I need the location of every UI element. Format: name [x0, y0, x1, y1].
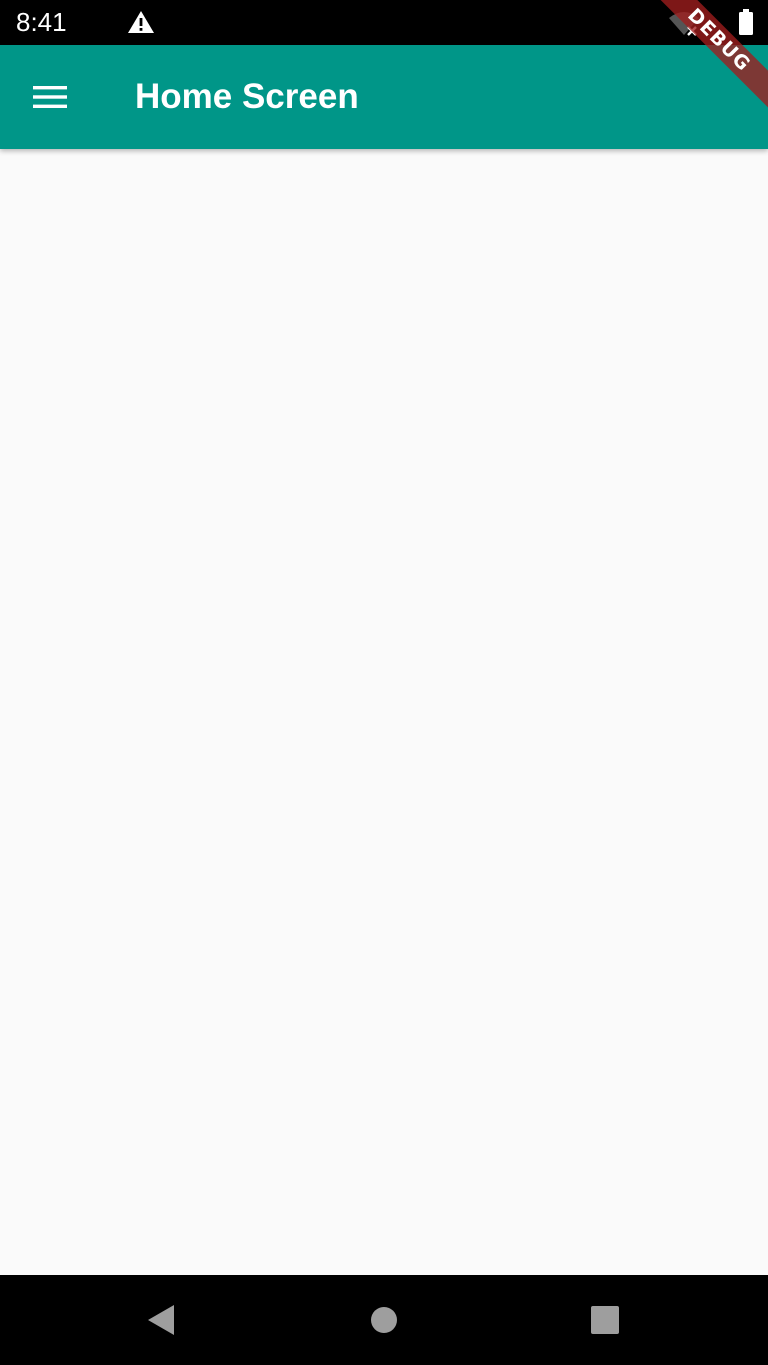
status-time: 8:41	[16, 7, 67, 37]
main-content	[0, 149, 768, 1275]
recents-icon[interactable]	[588, 1303, 622, 1337]
back-icon[interactable]	[145, 1303, 179, 1337]
page-title: Home Screen	[135, 77, 359, 116]
home-screen: 8:41 Home Screen DEBUG	[0, 0, 768, 1365]
status-bar: 8:41	[0, 0, 768, 45]
menu-button[interactable]	[18, 65, 82, 129]
wifi-off-icon	[669, 12, 699, 36]
navigation-bar	[0, 1275, 768, 1365]
app-bar: Home Screen	[0, 45, 768, 149]
warning-icon	[128, 11, 154, 33]
home-icon[interactable]	[367, 1303, 401, 1337]
battery-icon	[739, 9, 753, 35]
hamburger-menu-icon	[33, 86, 67, 108]
